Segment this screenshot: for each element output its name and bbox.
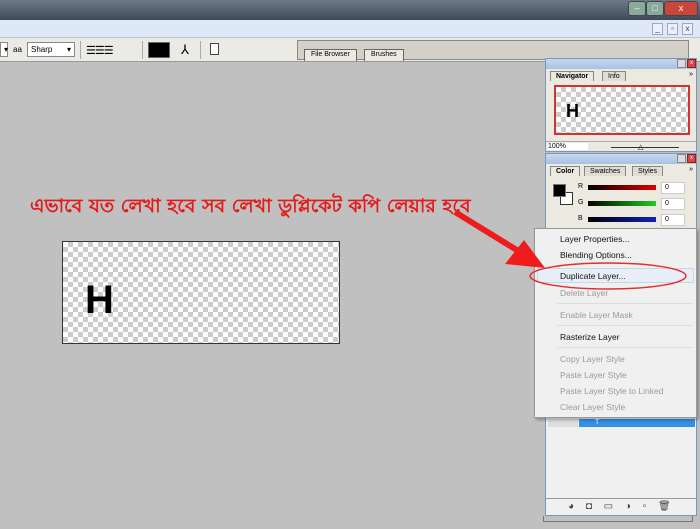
annotation-overlay (453, 209, 687, 290)
red-arrow (453, 209, 522, 255)
highlight-ellipse (529, 262, 687, 290)
